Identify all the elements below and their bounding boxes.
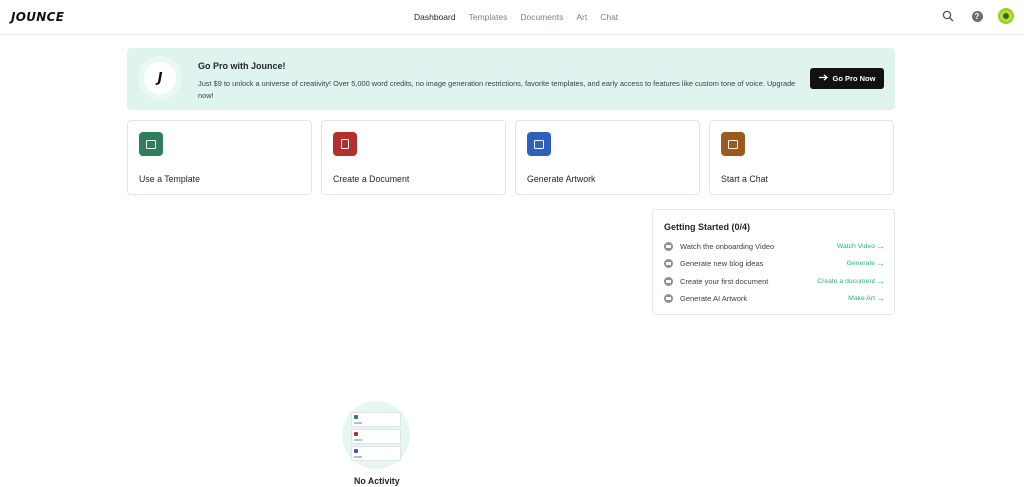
card-label: Start a Chat (721, 174, 768, 184)
no-activity-label: No Activity (354, 476, 400, 486)
task-link[interactable]: Create a document (817, 278, 875, 285)
getting-started-panel: Getting Started (0/4) Watch the onboardi… (652, 209, 895, 315)
avatar[interactable] (998, 8, 1014, 24)
arrow-right-icon[interactable]: → (876, 276, 885, 286)
task-link[interactable]: Generate (847, 260, 875, 267)
main-nav: Dashboard Templates Documents Art Chat (414, 12, 618, 22)
promo-title: Go Pro with Jounce! (198, 61, 286, 71)
go-pro-label: Go Pro Now (832, 74, 876, 83)
arrow-right-icon[interactable]: → (876, 241, 885, 251)
top-navbar: JOUNCE Dashboard Templates Documents Art… (0, 0, 1024, 35)
card-use-template[interactable]: Use a Template (127, 120, 312, 195)
promo-text: Just $9 to unlock a universe of creativi… (198, 79, 796, 100)
card-label: Use a Template (139, 174, 200, 184)
card-start-chat[interactable]: Start a Chat (709, 120, 894, 195)
go-pro-banner: J Go Pro with Jounce! Just $9 to unlock … (127, 48, 895, 110)
nav-documents[interactable]: Documents (520, 12, 563, 22)
app-logo[interactable]: JOUNCE (11, 10, 64, 24)
task-text: Generate new blog ideas (680, 259, 764, 268)
arrow-right-icon (818, 74, 828, 83)
task-link[interactable]: Watch Video (837, 243, 875, 250)
task-link[interactable]: Make Art (848, 295, 875, 302)
card-create-document[interactable]: Create a Document (321, 120, 506, 195)
illustration-card (351, 412, 401, 427)
task-row: Generate AI Artwork Make Art → (664, 293, 885, 305)
task-text: Create your first document (680, 277, 769, 286)
card-label: Generate Artwork (527, 174, 596, 184)
card-label: Create a Document (333, 174, 410, 184)
illustration-card (351, 429, 401, 444)
card-generate-artwork[interactable]: Generate Artwork (515, 120, 700, 195)
pencil-icon (527, 132, 551, 156)
help-icon[interactable]: ? (969, 8, 985, 24)
document-icon (333, 132, 357, 156)
header-actions: ? (940, 8, 1014, 24)
illustration-card (351, 446, 401, 461)
template-icon (139, 132, 163, 156)
getting-started-title: Getting Started (0/4) (664, 222, 751, 232)
search-icon[interactable] (940, 8, 956, 24)
arrow-right-icon[interactable]: → (876, 293, 885, 303)
arrow-circle-icon (664, 259, 673, 268)
task-row: Create your first document Create a docu… (664, 276, 885, 288)
jounce-badge-icon: J (144, 62, 176, 94)
go-pro-button[interactable]: Go Pro Now (810, 68, 884, 89)
arrow-circle-icon (664, 294, 673, 303)
task-text: Watch the onboarding Video (680, 242, 775, 251)
task-text: Generate AI Artwork (680, 294, 748, 303)
task-row: Watch the onboarding Video Watch Video → (664, 241, 885, 253)
arrow-right-icon[interactable]: → (876, 258, 885, 268)
task-row: Generate new blog ideas Generate → (664, 258, 885, 270)
arrow-circle-icon (664, 277, 673, 286)
nav-templates[interactable]: Templates (469, 12, 508, 22)
chat-icon (721, 132, 745, 156)
nav-art[interactable]: Art (576, 12, 587, 22)
arrow-circle-icon (664, 242, 673, 251)
nav-chat[interactable]: Chat (600, 12, 618, 22)
nav-dashboard[interactable]: Dashboard (414, 12, 456, 22)
